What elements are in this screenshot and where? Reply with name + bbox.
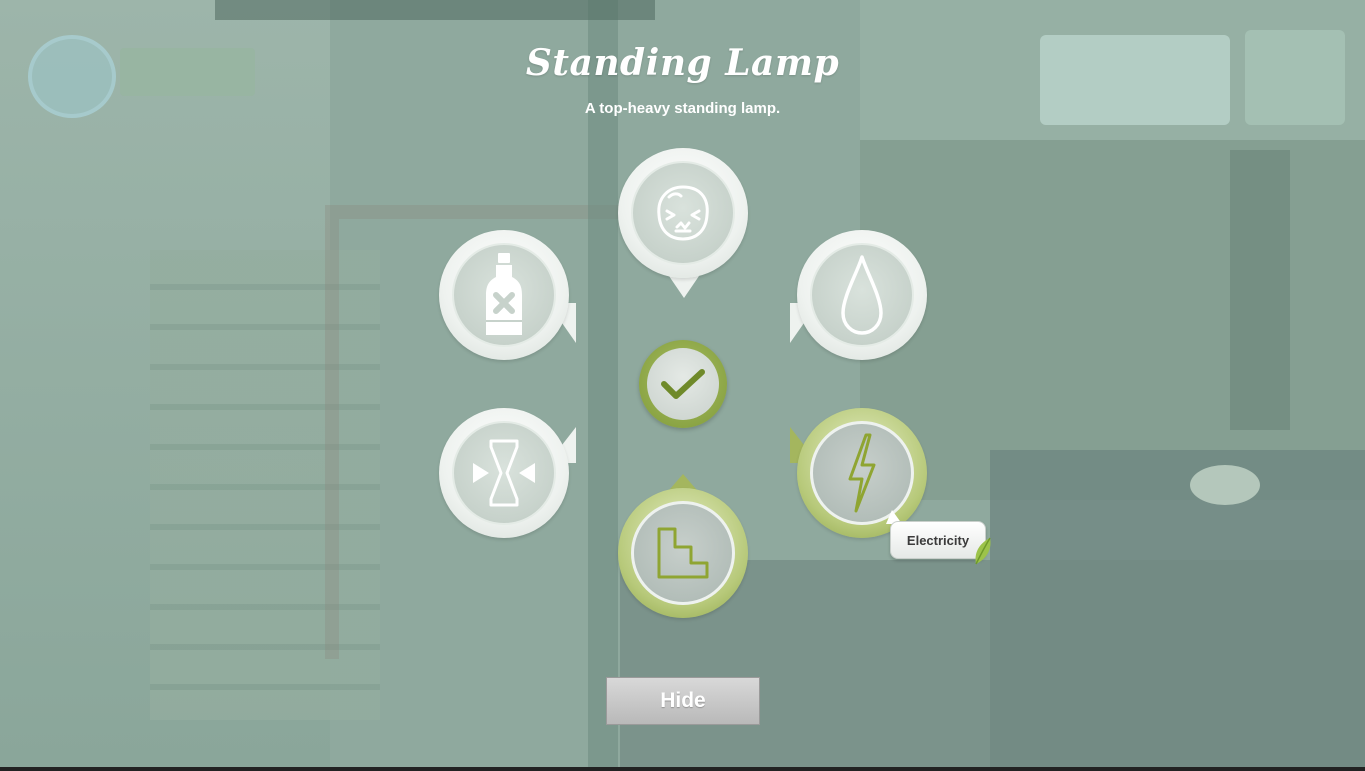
node-pointer-top (669, 276, 699, 298)
wheel-node-nuisance[interactable] (618, 148, 748, 278)
confirm-button-face (647, 348, 719, 420)
squeeze-arrows-icon (473, 439, 535, 507)
wheel-node-water[interactable] (797, 230, 927, 360)
poison-bottle-icon (486, 253, 522, 335)
crying-face-icon (657, 185, 709, 241)
stairs-icon (657, 527, 709, 579)
lightning-bolt-icon (848, 433, 876, 513)
node-face (452, 421, 556, 525)
leaf-icon (975, 537, 991, 565)
background-beam (215, 0, 655, 20)
node-face (631, 161, 735, 265)
confirm-button[interactable] (639, 340, 727, 428)
checkmark-icon (661, 369, 705, 399)
hide-button[interactable]: Hide (606, 677, 760, 725)
wheel-node-squeeze[interactable] (439, 408, 569, 538)
item-title: Standing Lamp (525, 42, 840, 84)
wheel-node-electricity[interactable] (797, 408, 927, 538)
background-shelf (1230, 150, 1290, 430)
background-plant (1190, 465, 1260, 505)
node-face (810, 243, 914, 347)
item-description: A top-heavy standing lamp. (584, 100, 781, 117)
screen-bottom-edge (0, 767, 1365, 771)
wheel-node-poison[interactable] (439, 230, 569, 360)
node-face (452, 243, 556, 347)
wheel-node-stairs[interactable] (618, 488, 748, 618)
water-drop-icon (841, 255, 883, 335)
node-face (631, 501, 735, 605)
